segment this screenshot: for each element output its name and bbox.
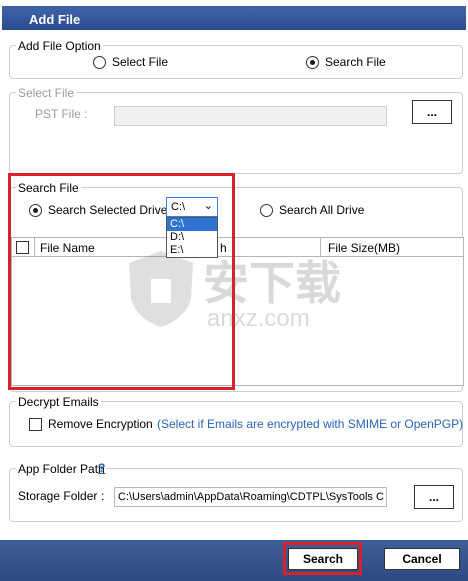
search-file-radio-label: Search File [325, 55, 386, 69]
encryption-note: (Select if Emails are encrypted with SMI… [157, 417, 464, 431]
remove-encryption-checkbox[interactable] [29, 418, 42, 431]
storage-folder-colon: : [101, 489, 105, 503]
select-file-legend: Select File [16, 86, 77, 100]
search-button[interactable]: Search [288, 548, 358, 570]
radio-indicator [260, 203, 273, 217]
decrypt-emails-legend: Decrypt Emails [16, 395, 101, 409]
window-title: Add File [29, 12, 81, 27]
cancel-button[interactable]: Cancel [384, 548, 460, 570]
search-all-drive-label: Search All Drive [279, 203, 365, 217]
pst-file-label: PST File : [35, 107, 88, 121]
radio-indicator-selected [306, 55, 319, 69]
radio-indicator [93, 55, 106, 69]
footer-bar: Search Cancel [0, 540, 468, 581]
remove-encryption-label[interactable]: Remove Encryption [48, 417, 153, 431]
select-file-group [9, 92, 463, 174]
search-highlight-box [8, 173, 235, 390]
pst-file-input[interactable] [114, 106, 387, 126]
help-icon[interactable]: ? [98, 461, 105, 475]
search-file-radio[interactable]: Search File [306, 55, 386, 69]
storage-folder-input[interactable]: C:\Users\admin\AppData\Roaming\CDTPL\Sys… [114, 487, 387, 507]
title-bar: Add File [0, 0, 468, 37]
storage-browse-button[interactable]: ... [414, 485, 454, 509]
select-file-radio[interactable]: Select File [93, 55, 168, 69]
add-file-option-legend: Add File Option [16, 39, 103, 53]
search-all-drive-radio[interactable]: Search All Drive [260, 203, 364, 217]
app-folder-legend: App Folder Path [16, 462, 107, 476]
select-file-radio-label: Select File [112, 55, 169, 69]
pst-browse-button[interactable]: ... [412, 100, 452, 124]
storage-folder-label: Storage Folder [18, 489, 98, 503]
